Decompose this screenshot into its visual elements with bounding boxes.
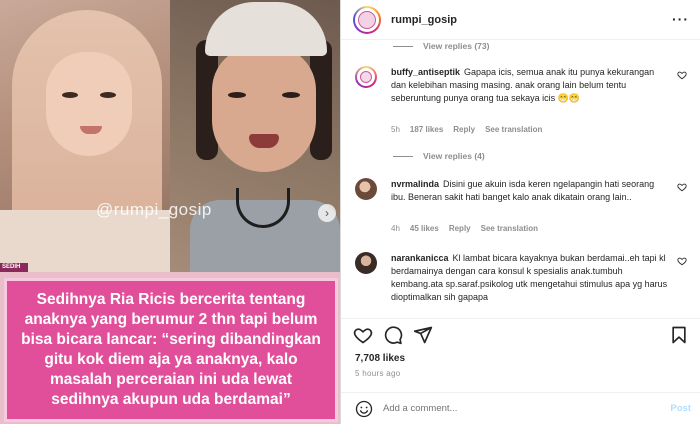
see-translation-button[interactable]: See translation [485,125,542,134]
comment-avatar[interactable] [355,252,377,274]
post-time: 5 hours ago [355,369,401,378]
bookmark-icon[interactable] [669,325,689,345]
header-username[interactable]: rumpi_gosip [391,14,457,26]
see-translation-button[interactable]: See translation [481,224,538,233]
comment-icon[interactable] [383,325,403,345]
comment-input[interactable] [383,403,643,414]
comment-username[interactable]: nvrmalinda [391,179,439,189]
comment-avatar[interactable] [355,178,377,200]
comment-likes[interactable]: 187 likes [410,125,443,134]
view-replies-button[interactable]: View replies (4) [393,151,485,161]
likes-count[interactable]: 7,708 likes [355,353,405,364]
watermark: @rumpi_gosip [96,200,212,219]
action-bar [341,318,700,348]
comment-heart-icon[interactable] [677,70,687,80]
emoji-icon[interactable] [355,400,373,418]
comments-list[interactable]: View replies (73) buffy_antiseptik Gapapa… [341,40,700,310]
post-panel: rumpi_gosip ··· View replies (73) buffy_… [340,0,700,424]
post-header: rumpi_gosip ··· [341,0,700,40]
more-options-button[interactable]: ··· [672,11,689,27]
comment-heart-icon[interactable] [677,256,687,266]
post-button[interactable]: Post [670,403,691,414]
comment-username[interactable]: buffy_antiseptik [391,67,460,77]
view-replies-label: View replies (73) [423,41,490,51]
post-media[interactable]: @rumpi_gosip SEDIH › Sedihnya Ria Ricis … [0,0,340,424]
reply-button[interactable]: Reply [449,224,471,233]
view-replies-label: View replies (4) [423,151,485,161]
reply-button[interactable]: Reply [453,125,475,134]
photo-ria-ricis [0,0,170,272]
comment-avatar[interactable] [355,66,377,88]
comment-meta: 4h 45 likes Reply See translation [391,224,538,233]
comment-body: nvrmalinda Disini gue akuin isda keren ng… [391,178,671,204]
next-slide-button[interactable]: › [318,204,336,222]
caption-box: Sedihnya Ria Ricis bercerita tentang ana… [4,278,338,422]
comment-username[interactable]: narankanicca [391,253,449,263]
comment-heart-icon[interactable] [677,182,687,192]
comment-body: narankanicca Kl lambat bicara kayaknya bu… [391,252,671,304]
avatar[interactable] [353,5,381,34]
comment-meta: 5h 187 likes Reply See translation [391,125,543,134]
sedih-tag: SEDIH [0,263,28,272]
heart-icon[interactable] [353,325,373,345]
comment-likes[interactable]: 45 likes [410,224,439,233]
chevron-right-icon: › [325,206,329,220]
send-icon[interactable] [413,325,433,345]
view-replies-top-button[interactable]: View replies (73) [393,41,489,51]
comment-body: buffy_antiseptik Gapapa icis, semua anak … [391,66,671,105]
add-comment-bar: Post [341,392,700,424]
more-horizontal-icon: ··· [672,11,689,27]
caption-text: Sedihnya Ria Ricis bercerita tentang ana… [21,291,321,408]
